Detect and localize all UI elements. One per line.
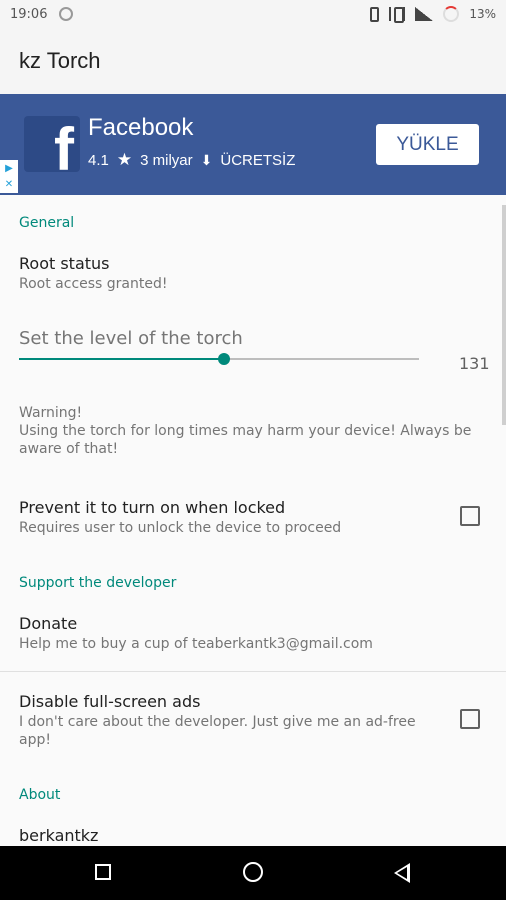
prevent-locked-checkbox[interactable] [460,506,480,526]
signal-icon [415,7,434,21]
status-bar: 19:06 13% [0,0,506,28]
section-header-general: General [19,215,75,231]
pref-title: Prevent it to turn on when locked [19,498,286,517]
section-header-about: About [19,787,61,803]
pref-title: Disable full-screen ads [19,692,201,711]
section-header-support: Support the developer [19,575,177,591]
seekbar-thumb[interactable] [218,353,231,365]
disable-ads-checkbox[interactable] [460,709,480,729]
battery-percent: 13% [469,7,496,21]
sync-icon [59,7,74,21]
pref-summary: Requires user to unlock the device to pr… [19,520,342,536]
pref-title: berkantkz [19,826,99,845]
seekbar-value: 131 [459,354,490,373]
download-icon: ⬇ [200,151,213,168]
facebook-logo-icon: f [24,116,80,172]
star-icon: ★ [116,150,133,169]
pref-summary: I don't care about the developer. Just g… [19,714,416,748]
seekbar-progress [19,358,225,360]
divider [0,671,506,672]
ad-banner[interactable]: f Facebook 4.1 ★ 3 milyar ⬇ ÜCRETSİZ YÜK… [0,94,506,195]
phone-icon [370,6,380,22]
pref-title: Donate [19,614,78,633]
home-icon[interactable] [243,862,263,882]
pref-summary: Root access granted! [19,276,168,292]
status-time: 19:06 [10,6,48,22]
pref-title: Root status [19,254,110,273]
scrollbar[interactable] [502,205,506,425]
ad-price: ÜCRETSİZ [220,151,296,169]
ad-downloads: 3 milyar [140,151,193,169]
seekbar-title: Set the level of the torch [19,328,243,349]
battery-icon [443,6,460,22]
pref-summary: Help me to buy a cup of teaberkantk3@gma… [19,636,373,652]
torch-level-seekbar[interactable] [19,353,419,365]
ad-meta: 4.1 ★ 3 milyar ⬇ ÜCRETSİZ [88,150,295,170]
install-button[interactable]: YÜKLE [376,124,479,165]
status-icons: 13% [370,6,496,23]
settings-list[interactable]: General Root status Root access granted!… [0,195,506,846]
vibrate-icon [389,7,406,23]
ad-app-name: Facebook [88,114,194,141]
navigation-bar [0,846,506,900]
ad-rating: 4.1 [88,151,109,169]
warning-text: Warning! Using the torch for long times … [19,405,472,457]
recents-icon[interactable] [95,864,111,880]
adchoices-icon[interactable]: ▶ ✕ [0,160,18,193]
app-title: kz Torch [19,48,101,73]
app-bar: kz Torch [0,28,506,94]
back-icon[interactable] [394,863,410,883]
